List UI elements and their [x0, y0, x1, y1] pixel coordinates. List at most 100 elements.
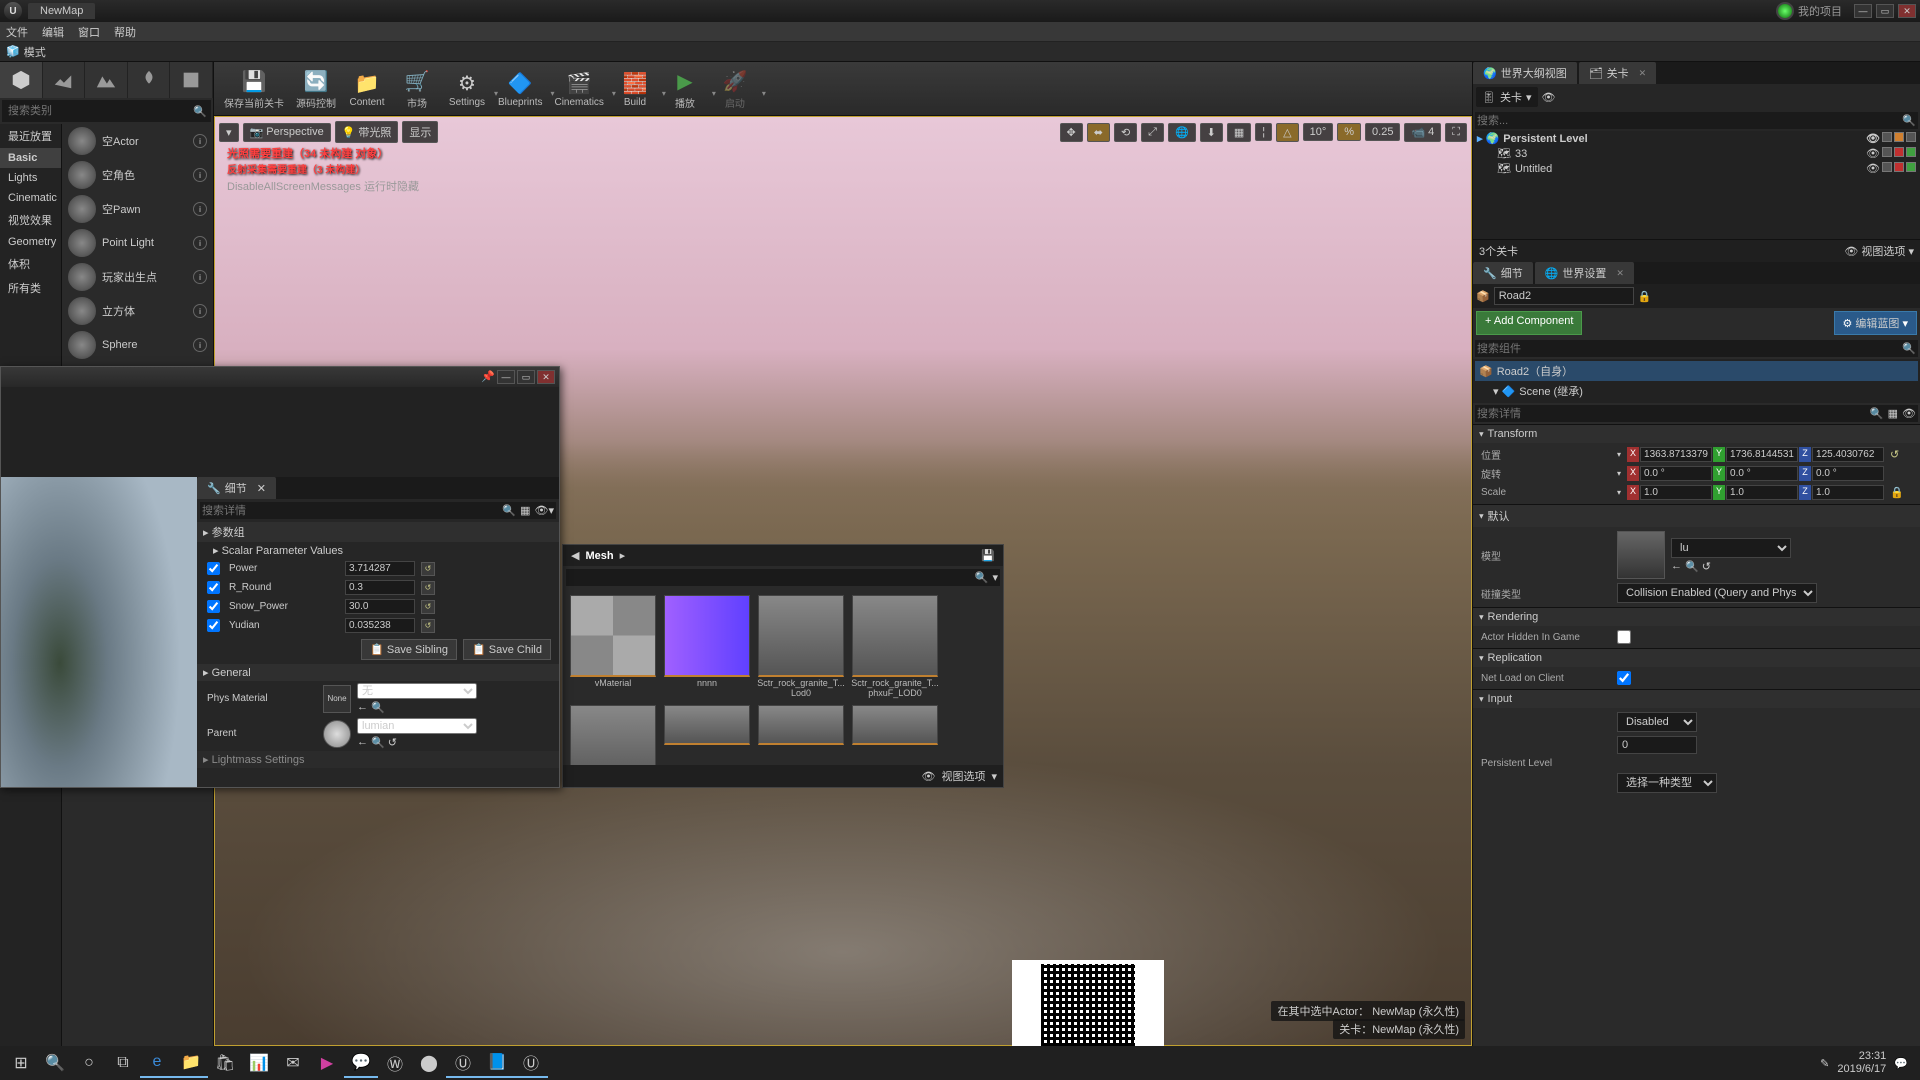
chevron-down-icon[interactable]: ▾ — [1617, 450, 1621, 459]
angle-snap-value[interactable]: 10° — [1303, 123, 1334, 141]
reset-icon[interactable]: ↺ — [388, 736, 397, 749]
grid-snap-button[interactable]: ▦ — [1227, 123, 1251, 142]
place-search-input[interactable] — [4, 103, 191, 119]
auto-input-dropdown[interactable]: Disabled — [1617, 712, 1697, 732]
scale-snap-button[interactable]: % — [1337, 123, 1361, 141]
float-close-button[interactable]: ✕ — [537, 370, 555, 384]
edit-blueprint-button[interactable]: ⚙ 编辑蓝图 ▾ — [1834, 311, 1918, 335]
float-section-general[interactable]: ▸ General — [197, 664, 559, 681]
window-close-button[interactable]: ✕ — [1898, 4, 1916, 18]
param-snowpower-checkbox[interactable] — [207, 600, 220, 613]
asset-more-1[interactable] — [663, 705, 751, 765]
param-rround-checkbox[interactable] — [207, 581, 220, 594]
param-power-checkbox[interactable] — [207, 562, 220, 575]
reset-icon[interactable]: ↺ — [421, 619, 435, 633]
source-control-status-icon[interactable] — [1776, 2, 1794, 20]
mode-tab-foliage[interactable] — [128, 62, 171, 98]
toolbar-marketplace[interactable]: 🛒市场 — [392, 65, 442, 112]
window-minimize-button[interactable]: — — [1854, 4, 1872, 18]
category-visual[interactable]: 视觉效果 — [0, 208, 61, 232]
category-all[interactable]: 所有类 — [0, 276, 61, 300]
viewport-perspective-button[interactable]: 📷 Perspective — [243, 123, 331, 142]
asset-rock-phxuf[interactable]: Sctr_rock_granite_T... phxuF_LOD0 — [851, 595, 939, 699]
chevron-right-icon[interactable]: ▸ — [620, 549, 626, 562]
param-snowpower-input[interactable] — [345, 599, 415, 614]
task-view-icon[interactable]: ⧉ — [106, 1048, 140, 1078]
search-icon[interactable]: 🔍 — [975, 571, 989, 584]
search-icon[interactable]: 🔍 — [1902, 342, 1916, 355]
save-status-icon[interactable] — [1894, 132, 1904, 142]
chevron-down-icon[interactable]: ▾ — [1617, 469, 1621, 478]
tab-details[interactable]: 🔧 细节 — [1473, 262, 1533, 284]
window-restore-button[interactable]: ▭ — [1876, 4, 1894, 18]
use-selected-icon[interactable]: ← — [357, 736, 368, 749]
location-x-input[interactable] — [1640, 447, 1712, 462]
rotation-z-input[interactable] — [1812, 466, 1884, 481]
search-icon[interactable]: 🔍 — [502, 504, 516, 517]
close-icon[interactable]: ✕ — [257, 482, 266, 495]
chevron-down-icon[interactable]: ▾ — [1617, 488, 1621, 497]
tray-pen-icon[interactable]: ✎ — [1820, 1057, 1829, 1070]
mode-tab-geometry[interactable] — [170, 62, 213, 98]
eye-icon[interactable]: 👁 — [1866, 162, 1880, 175]
net-load-checkbox[interactable] — [1617, 671, 1631, 685]
start-button[interactable]: ⊞ — [4, 1048, 38, 1078]
info-icon[interactable]: i — [193, 236, 207, 250]
toolbar-cinematics[interactable]: 🎬Cinematics▾ — [548, 67, 609, 110]
browse-icon[interactable]: 🔍 — [371, 736, 385, 749]
save-icon[interactable]: 💾 — [981, 549, 995, 562]
scale-y-input[interactable] — [1726, 485, 1798, 500]
eye-icon[interactable]: 👁▾ — [535, 504, 555, 517]
mail-icon[interactable]: ✉ — [276, 1048, 310, 1078]
browse-icon[interactable]: 🔍 — [1685, 560, 1699, 573]
asset-rock-phxuf2[interactable]: Sctr_rock_granite_T... phxuF_LOD0_2 — [569, 705, 657, 765]
model-dropdown[interactable]: lu — [1671, 538, 1791, 558]
param-yudian-checkbox[interactable] — [207, 619, 220, 632]
location-y-input[interactable] — [1726, 447, 1798, 462]
toolbar-play[interactable]: ▶播放▾ — [660, 65, 710, 112]
viewport-options-button[interactable]: ▾ — [219, 123, 239, 142]
menu-window[interactable]: 窗口 — [78, 24, 100, 40]
surface-snap-button[interactable]: ⬇ — [1200, 123, 1223, 142]
info-icon[interactable]: i — [193, 202, 207, 216]
filter-icon[interactable]: ▾ — [992, 571, 998, 584]
category-recent[interactable]: 最近放置 — [0, 124, 61, 148]
category-volumes[interactable]: 体积 — [0, 252, 61, 276]
close-icon[interactable]: ✕ — [1639, 68, 1647, 79]
toolbar-settings[interactable]: ⚙Settings▾ — [442, 67, 492, 110]
transform-select-button[interactable]: ✥ — [1060, 123, 1083, 142]
taskbar-clock[interactable]: 23:31 2019/6/17 — [1837, 1050, 1886, 1076]
info-icon[interactable]: i — [193, 134, 207, 148]
kismet-icon[interactable] — [1906, 132, 1916, 142]
app-icon-2[interactable]: Ⓦ — [378, 1048, 412, 1078]
input-priority-input[interactable] — [1617, 736, 1697, 754]
transform-translate-button[interactable]: ⬌ — [1087, 123, 1110, 142]
section-input-header[interactable]: Input — [1473, 690, 1920, 708]
phys-material-dropdown[interactable]: 无 — [357, 683, 477, 699]
lock-scale-icon[interactable]: 🔒 — [1890, 486, 1904, 499]
float-maximize-button[interactable]: ▭ — [517, 370, 535, 384]
toolbar-source-control[interactable]: 🔄源码控制 — [290, 65, 342, 112]
menu-edit[interactable]: 编辑 — [42, 24, 64, 40]
save-child-button[interactable]: 📋 Save Child — [463, 639, 551, 660]
scale-z-input[interactable] — [1812, 485, 1884, 500]
outliner-filter-dropdown[interactable]: 🎚 关卡 ▾ — [1476, 87, 1538, 107]
float-section-params[interactable]: ▸ 参数组 — [197, 522, 559, 542]
actor-empty-actor[interactable]: 空Actori — [62, 124, 213, 158]
section-rendering-header[interactable]: Rendering — [1473, 608, 1920, 626]
browse-icon[interactable]: 🔍 — [371, 701, 385, 714]
level-type-dropdown[interactable]: 选择一种类型 — [1617, 773, 1717, 793]
actor-empty-character[interactable]: 空角色i — [62, 158, 213, 192]
asset-nnnn[interactable]: nnnn — [663, 595, 751, 699]
media-icon[interactable]: ▶ — [310, 1048, 344, 1078]
title-tab[interactable]: NewMap — [28, 3, 95, 19]
actor-player-start[interactable]: 玩家出生点i — [62, 260, 213, 294]
toolbar-save[interactable]: 💾保存当前关卡 — [218, 65, 290, 112]
section-default-header[interactable]: 默认 — [1473, 505, 1920, 527]
parent-dropdown[interactable]: lumian — [357, 718, 477, 734]
search-icon[interactable]: 🔍 — [1902, 114, 1916, 127]
unreal-editor-icon[interactable]: Ⓤ — [514, 1048, 548, 1078]
param-yudian-input[interactable] — [345, 618, 415, 633]
float-minimize-button[interactable]: — — [497, 370, 515, 384]
tree-persistent-level[interactable]: ▸ 🌍 Persistent Level 👁 — [1473, 131, 1920, 146]
